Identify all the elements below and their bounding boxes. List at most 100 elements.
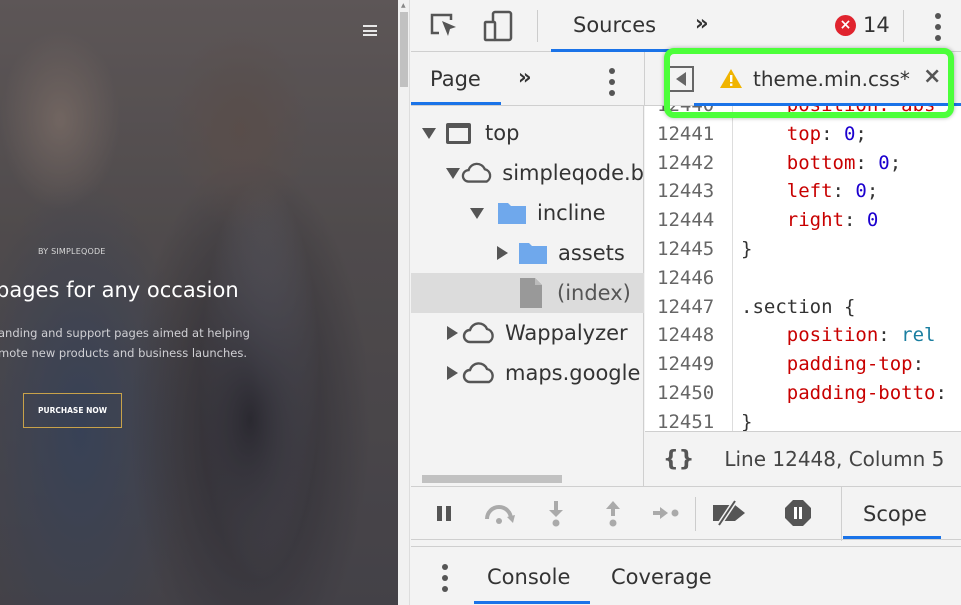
css-value: 0: [855, 180, 867, 203]
step-out-icon[interactable]: [603, 499, 623, 529]
line-number: 12448: [657, 324, 715, 347]
code-line[interactable]: top: 0;: [741, 123, 867, 145]
css-colon: :: [912, 353, 936, 376]
inspect-element-icon[interactable]: [429, 12, 459, 40]
device-toolbar-icon[interactable]: [483, 10, 513, 42]
code-line[interactable]: bottom: 0;: [741, 152, 901, 174]
pause-on-exceptions-icon[interactable]: [784, 499, 812, 527]
line-number: 12442: [657, 151, 715, 174]
scrollbar-thumb[interactable]: [422, 475, 562, 483]
cursor-position: Line 12448, Column 5: [724, 447, 945, 471]
scrollbar-thumb[interactable]: [400, 12, 408, 87]
step-into-icon[interactable]: [546, 499, 566, 529]
line-number: 12451: [657, 410, 715, 432]
line-number: 12444: [657, 209, 715, 232]
tree-item-top[interactable]: top: [411, 113, 644, 153]
tab-sources[interactable]: Sources: [573, 13, 656, 37]
scope-tab-indicator: [843, 536, 941, 539]
code-line[interactable]: }: [741, 238, 752, 260]
hamburger-menu-icon[interactable]: [363, 25, 377, 36]
css-colon: :: [935, 382, 959, 404]
css-colon: :: [843, 209, 867, 232]
tree-item-maps-google[interactable]: maps.google: [411, 353, 644, 393]
scroll-up-arrow-icon[interactable]: ▲: [401, 2, 406, 9]
code-line[interactable]: position: rel: [741, 324, 936, 346]
debugger-toolbar: Scope: [411, 486, 961, 541]
line-number: 12446: [657, 266, 715, 289]
expand-arrow-icon[interactable]: [446, 167, 460, 179]
kebab-menu-icon[interactable]: [934, 12, 942, 42]
pane-divider: [841, 487, 842, 541]
pause-icon[interactable]: [435, 504, 453, 522]
tab-coverage[interactable]: Coverage: [611, 565, 712, 589]
pretty-print-button[interactable]: {}: [663, 447, 694, 472]
tab-console[interactable]: Console: [487, 565, 570, 589]
collapsed-arrow-icon[interactable]: [497, 246, 508, 260]
cloud-icon: [462, 362, 494, 384]
folder-icon: [498, 203, 526, 224]
deactivate-breakpoints-icon[interactable]: [711, 499, 747, 527]
toggle-navigator-button[interactable]: [668, 66, 694, 92]
close-tab-icon[interactable]: ×: [923, 64, 941, 89]
devtools-panel: Sources » × 14 Page » theme.min.css* × t: [411, 0, 961, 605]
css-colon: :: [821, 122, 844, 145]
navigator-menu-icon[interactable]: [608, 67, 616, 97]
collapsed-arrow-icon[interactable]: [447, 326, 458, 340]
css-colon: :: [878, 324, 902, 347]
line-number: 12443: [657, 180, 715, 203]
navigator-more-button[interactable]: »: [518, 65, 532, 89]
more-tabs-button[interactable]: »: [695, 11, 709, 35]
tab-scope[interactable]: Scope: [863, 502, 927, 526]
expand-arrow-icon[interactable]: [422, 127, 436, 139]
line-number: 12449: [657, 353, 715, 376]
page-scrollbar[interactable]: ▲: [398, 0, 410, 605]
tree-item-index[interactable]: (index): [411, 273, 644, 313]
webpage-viewport: BY SIMPLEQODE pages for any occasion and…: [0, 0, 398, 605]
css-semicolon: ;: [855, 122, 867, 145]
tree-item-simpleqode[interactable]: simpleqode.b: [411, 153, 644, 193]
css-value: 0: [878, 151, 890, 174]
css-property: left: [741, 180, 833, 203]
code-line[interactable]: padding-top:: [741, 353, 935, 375]
css-property: padding-botto: [741, 382, 936, 404]
code-line[interactable]: position: abs: [741, 106, 936, 116]
expand-arrow-icon[interactable]: [470, 207, 484, 219]
code-line[interactable]: left: 0;: [741, 180, 879, 203]
folder-icon: [519, 243, 547, 264]
step-icon[interactable]: [651, 505, 681, 521]
cloud-icon: [461, 162, 492, 183]
frame-icon: [446, 122, 471, 144]
tree-item-incline[interactable]: incline: [411, 193, 644, 233]
navigator-horizontal-scrollbar[interactable]: [411, 473, 644, 485]
step-over-icon[interactable]: [483, 503, 519, 525]
code-line[interactable]: }: [741, 411, 752, 431]
collapsed-arrow-icon[interactable]: [447, 366, 458, 380]
tree-item-assets[interactable]: assets: [411, 233, 644, 273]
console-tab-indicator: [474, 601, 590, 604]
hero-subtext-line1: anding and support pages aimed at helpin…: [0, 326, 250, 340]
tab-page[interactable]: Page: [430, 67, 481, 91]
line-number: 12440: [657, 106, 714, 116]
line-number: 12445: [657, 238, 715, 260]
tree-item-wappalyzer[interactable]: Wappalyzer: [411, 313, 644, 353]
hero-subtext: anding and support pages aimed at helpin…: [0, 323, 250, 363]
css-property: padding-top: [741, 353, 913, 376]
css-value: 0: [866, 209, 879, 232]
css-semicolon: ;: [866, 180, 879, 203]
error-count[interactable]: 14: [863, 13, 890, 37]
error-icon[interactable]: ×: [835, 15, 856, 36]
code-line[interactable]: right: 0: [741, 209, 879, 232]
drawer-menu-icon[interactable]: [441, 563, 449, 593]
devtools-toolbar: Sources » × 14: [411, 0, 961, 52]
css-property: right: [741, 209, 844, 232]
code-editor[interactable]: 12440 position: abs 12441 top: 0; 12442 bo…: [645, 106, 961, 432]
hero-subtext-line2: mote new products and business launches.: [0, 346, 248, 360]
css-colon: :: [855, 151, 879, 174]
css-property: top: [741, 122, 822, 145]
file-tab-theme-min-css[interactable]: theme.min.css*: [753, 67, 910, 91]
hero-headline: pages for any occasion: [0, 278, 239, 302]
cloud-icon: [462, 322, 494, 344]
code-line[interactable]: .section {: [741, 296, 855, 318]
code-line[interactable]: padding-botto:: [741, 382, 958, 404]
purchase-now-button[interactable]: PURCHASE NOW: [23, 393, 122, 428]
